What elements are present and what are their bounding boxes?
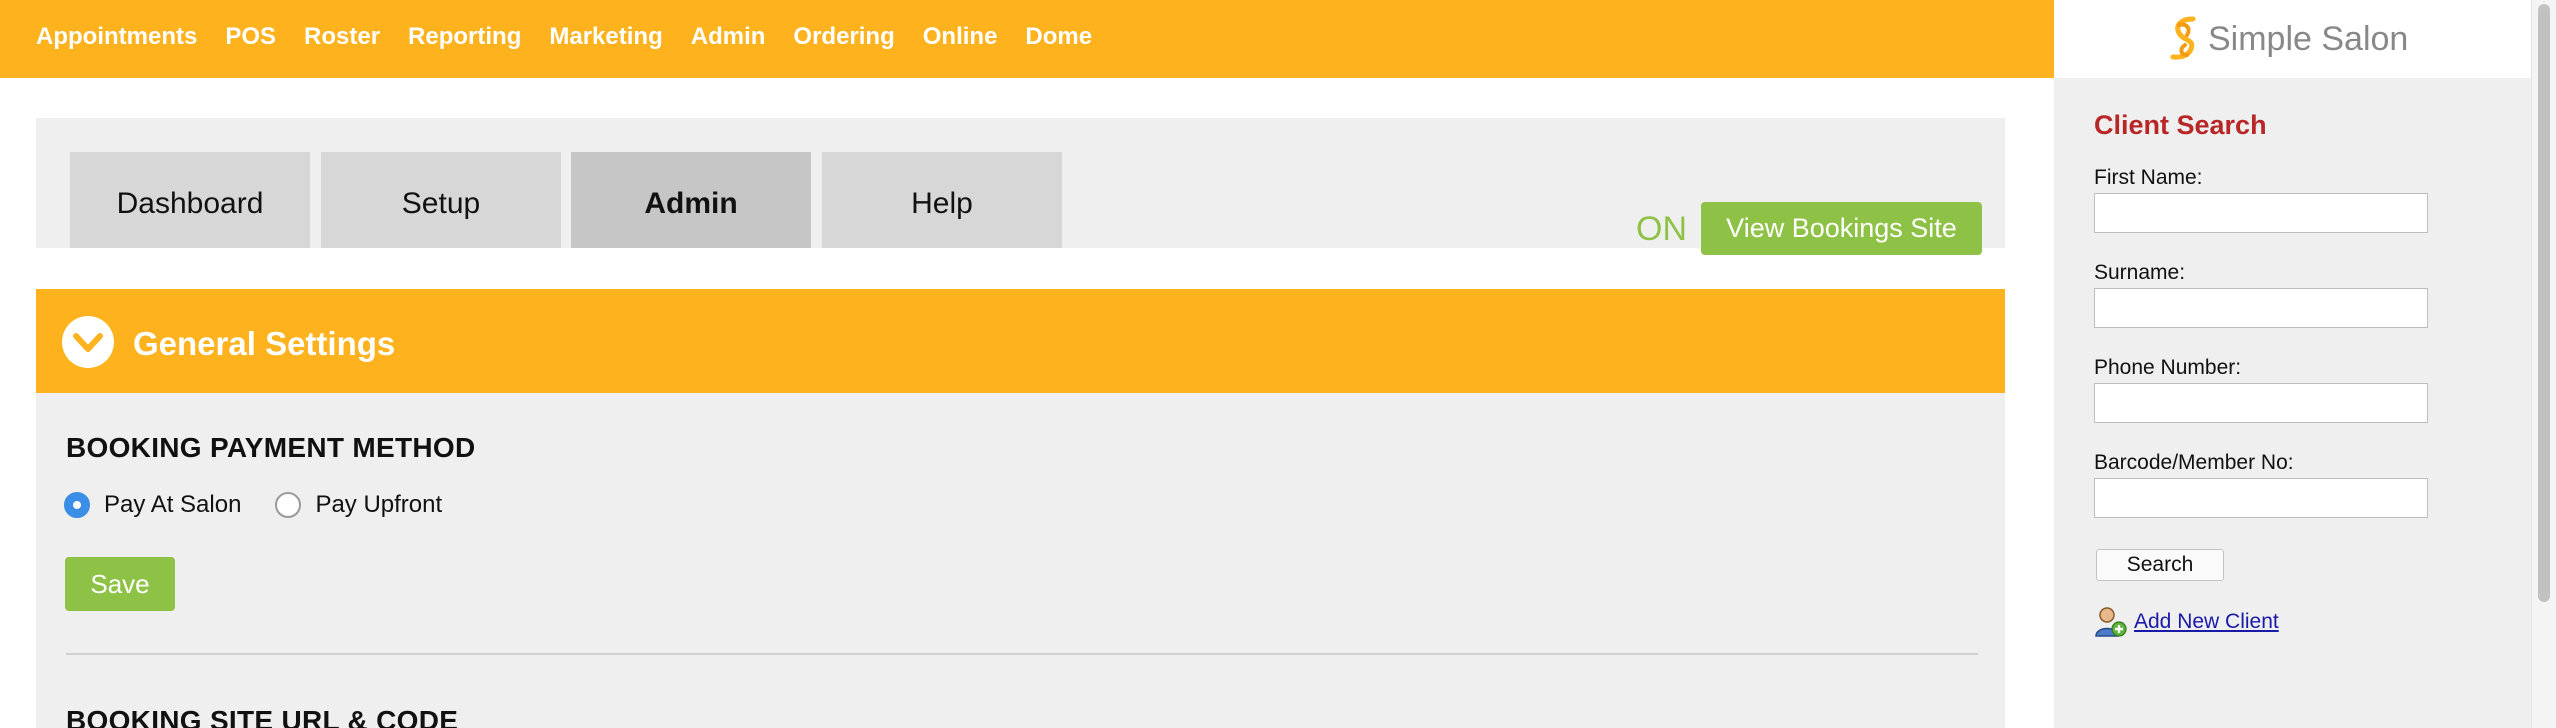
tab-dashboard[interactable]: Dashboard [70, 152, 310, 248]
add-user-icon[interactable] [2094, 606, 2128, 638]
barcode-input[interactable] [2094, 478, 2428, 518]
pay-upfront-radio[interactable] [275, 492, 302, 518]
page-scrollbar[interactable] [2531, 0, 2556, 728]
section-divider [66, 653, 1978, 655]
nav-item-ordering[interactable]: Ordering [793, 22, 894, 52]
scrollbar-thumb[interactable] [2538, 4, 2550, 602]
nav-item-dome[interactable]: Dome [1025, 22, 1092, 52]
search-button[interactable]: Search [2096, 549, 2224, 581]
first-name-input[interactable] [2094, 193, 2428, 233]
simple-salon-logo-icon [2170, 16, 2196, 60]
section-title: General Settings [133, 325, 396, 362]
barcode-label: Barcode/Member No: [2094, 451, 2294, 474]
nav-item-reporting[interactable]: Reporting [408, 22, 521, 52]
view-bookings-site-button[interactable]: View Bookings Site [1701, 202, 1982, 255]
tab-help[interactable]: Help [822, 152, 1062, 248]
nav-item-roster[interactable]: Roster [304, 22, 380, 52]
booking-payment-method-heading: BOOKING PAYMENT METHOD [66, 432, 476, 463]
brand-name: Simple Salon [2208, 20, 2409, 58]
pay-at-salon-radio[interactable] [64, 492, 90, 518]
general-settings-header[interactable]: General Settings [36, 289, 2005, 393]
nav-item-online[interactable]: Online [923, 22, 998, 52]
top-nav-menu: Appointments POS Roster Reporting Market… [36, 22, 1120, 52]
bookings-status-badge: ON [1636, 210, 1687, 248]
first-name-label: First Name: [2094, 166, 2203, 189]
tab-admin[interactable]: Admin [571, 152, 811, 248]
pay-upfront-label[interactable]: Pay Upfront [315, 491, 442, 519]
brand-logo-area: Simple Salon [2054, 0, 2531, 78]
pay-at-salon-label[interactable]: Pay At Salon [104, 491, 241, 519]
top-nav: Appointments POS Roster Reporting Market… [0, 0, 2054, 78]
client-search-title: Client Search [2094, 110, 2267, 140]
booking-site-url-heading: BOOKING SITE URL & CODE [66, 705, 459, 728]
admin-tab-bar: Dashboard Setup Admin Help ON View Booki… [36, 118, 2005, 255]
tab-setup[interactable]: Setup [321, 152, 561, 248]
phone-number-label: Phone Number: [2094, 356, 2242, 379]
save-button[interactable]: Save [65, 557, 175, 611]
nav-item-pos[interactable]: POS [225, 22, 276, 52]
payment-method-options: Pay At Salon Pay Upfront [64, 491, 476, 519]
client-sidebar: Simple Salon Client Search First Name: S… [2054, 0, 2531, 728]
phone-number-input[interactable] [2094, 383, 2428, 423]
general-settings-content: BOOKING PAYMENT METHOD Pay At Salon Pay … [36, 393, 2005, 728]
nav-item-marketing[interactable]: Marketing [549, 22, 662, 52]
nav-item-admin[interactable]: Admin [691, 22, 766, 52]
chevron-down-icon[interactable] [62, 316, 114, 368]
surname-input[interactable] [2094, 288, 2428, 328]
surname-label: Surname: [2094, 261, 2186, 284]
add-new-client-link[interactable]: Add New Client [2134, 610, 2279, 634]
nav-item-appointments[interactable]: Appointments [36, 22, 197, 52]
